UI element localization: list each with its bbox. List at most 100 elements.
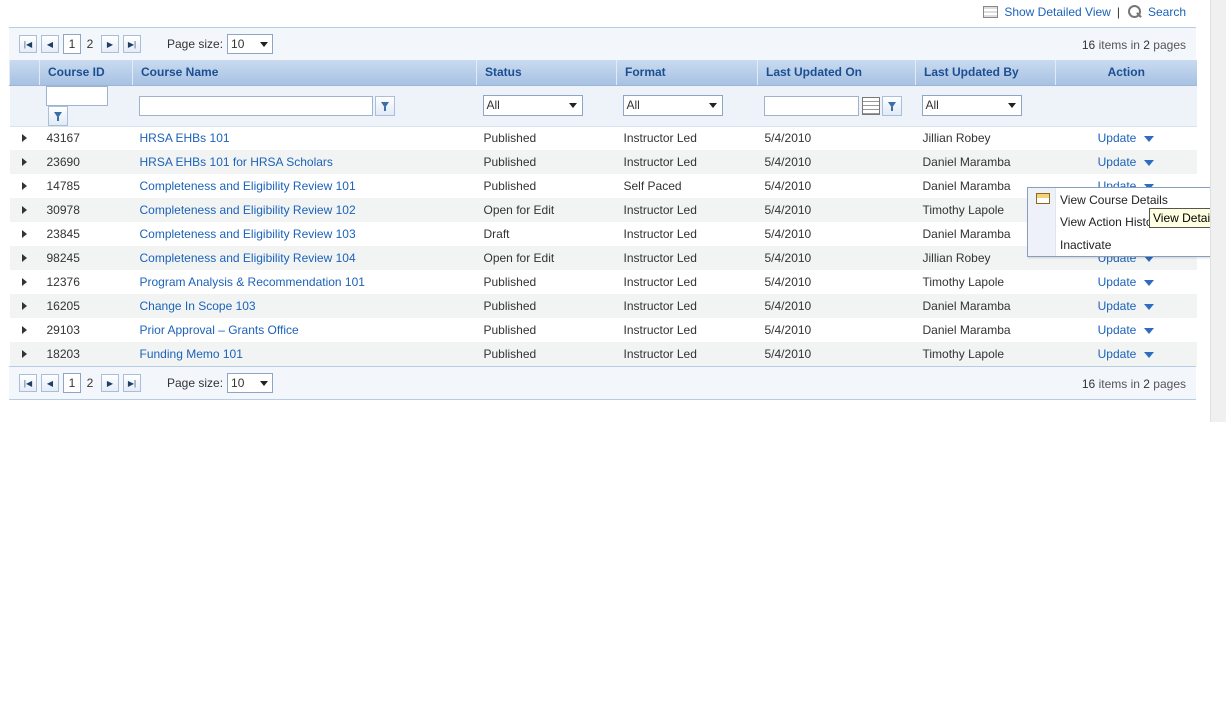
table-row[interactable]: 30978 Completeness and Eligibility Review… xyxy=(9,198,1197,222)
cell-course-name-link[interactable]: HRSA EHBs 101 for HRSA Scholars xyxy=(132,150,477,174)
table-row[interactable]: 29103 Prior Approval – Grants Office Publi… xyxy=(9,318,1197,342)
expand-cell[interactable] xyxy=(9,294,40,318)
table-row[interactable]: 98245 Completeness and Eligibility Review… xyxy=(9,246,1197,270)
dropdown-arrow-icon[interactable] xyxy=(1144,303,1155,310)
table-row[interactable]: 18203 Funding Memo 101 Published Instructor… xyxy=(9,342,1197,366)
cell-course-name-link[interactable]: Program Analysis & Recommendation 101 xyxy=(132,270,477,294)
page-2-button[interactable]: 2 xyxy=(83,376,97,390)
filter-icon[interactable] xyxy=(881,95,902,116)
filter-icon[interactable] xyxy=(47,105,68,126)
update-link[interactable]: Update xyxy=(1098,275,1137,289)
last-page-icon[interactable]: ▶| xyxy=(123,374,141,392)
expand-arrow-icon[interactable] xyxy=(21,326,27,334)
table-row[interactable]: 43167 HRSA EHBs 101 Published Instructor Le… xyxy=(9,126,1197,150)
expand-cell[interactable] xyxy=(9,150,40,174)
cell-course-name-link[interactable]: Completeness and Eligibility Review 101 xyxy=(132,174,477,198)
cell-status: Published xyxy=(476,342,617,366)
cell-status: Published xyxy=(476,294,617,318)
table-row[interactable]: 23690 HRSA EHBs 101 for HRSA Scholars Publ… xyxy=(9,150,1197,174)
expand-arrow-icon[interactable] xyxy=(21,230,27,238)
page-2-button[interactable]: 2 xyxy=(83,37,97,51)
cell-format: Instructor Led xyxy=(616,294,758,318)
update-link[interactable]: Update xyxy=(1098,323,1137,337)
course-id-filter-input[interactable] xyxy=(45,85,108,106)
update-link[interactable]: Update xyxy=(1098,299,1137,313)
page-1-button[interactable]: 1 xyxy=(63,34,81,54)
expand-arrow-icon[interactable] xyxy=(21,278,27,286)
expand-arrow-icon[interactable] xyxy=(21,254,27,262)
col-last-updated-by[interactable]: Last Updated By xyxy=(915,60,1056,86)
cell-course-name-link[interactable]: Funding Memo 101 xyxy=(132,342,477,366)
expand-cell[interactable] xyxy=(9,342,40,366)
first-page-icon[interactable]: |◀ xyxy=(19,35,37,53)
expand-arrow-icon[interactable] xyxy=(21,182,27,190)
first-page-icon[interactable]: |◀ xyxy=(19,374,37,392)
status-filter-select[interactable]: All xyxy=(482,95,583,116)
expand-cell[interactable] xyxy=(9,246,40,270)
prev-page-icon[interactable]: ◀ xyxy=(41,374,59,392)
expand-cell[interactable] xyxy=(9,174,40,198)
table-view-icon[interactable] xyxy=(983,6,999,18)
cell-course-name-link[interactable]: Completeness and Eligibility Review 103 xyxy=(132,222,477,246)
cell-action: Update xyxy=(1055,126,1197,150)
expand-arrow-icon[interactable] xyxy=(21,302,27,310)
menu-item-inactivate[interactable]: Inactivate xyxy=(1060,235,1111,255)
format-filter-select[interactable]: All xyxy=(622,95,723,116)
table-row[interactable]: 23845 Completeness and Eligibility Review… xyxy=(9,222,1197,246)
dropdown-arrow-icon[interactable] xyxy=(1144,327,1155,334)
expand-arrow-icon[interactable] xyxy=(21,350,27,358)
next-page-icon[interactable]: ▶ xyxy=(101,35,119,53)
col-format[interactable]: Format xyxy=(616,60,758,86)
col-last-updated-on[interactable]: Last Updated On xyxy=(757,60,916,86)
cell-course-name-link[interactable]: Change In Scope 103 xyxy=(132,294,477,318)
update-link[interactable]: Update xyxy=(1098,131,1137,145)
vertical-scrollbar[interactable] xyxy=(1210,0,1226,422)
prev-page-icon[interactable]: ◀ xyxy=(41,35,59,53)
date-filter-input[interactable] xyxy=(763,95,859,116)
dropdown-arrow-icon[interactable] xyxy=(1144,279,1155,286)
next-page-icon[interactable]: ▶ xyxy=(101,374,119,392)
page-size-value: 10 xyxy=(231,37,245,51)
expand-arrow-icon[interactable] xyxy=(21,158,27,166)
expand-cell[interactable] xyxy=(9,222,40,246)
cell-course-name-link[interactable]: Prior Approval – Grants Office xyxy=(132,318,477,342)
table-row[interactable]: 12376 Program Analysis & Recommendation 1… xyxy=(9,270,1197,294)
search-link[interactable]: Search xyxy=(1148,5,1186,19)
page-size-select[interactable]: 10 xyxy=(227,373,274,393)
show-detailed-view-link[interactable]: Show Detailed View xyxy=(1004,5,1111,19)
cell-course-id: 30978 xyxy=(39,198,133,222)
table-row[interactable]: 14785 Completeness and Eligibility Review… xyxy=(9,174,1197,198)
filter-icon[interactable] xyxy=(374,95,395,116)
expand-cell[interactable] xyxy=(9,270,40,294)
expand-cell[interactable] xyxy=(9,198,40,222)
col-status[interactable]: Status xyxy=(476,60,617,86)
expand-arrow-icon[interactable] xyxy=(21,134,27,143)
expand-cell[interactable] xyxy=(9,318,40,342)
updated-by-filter-select[interactable]: All xyxy=(921,95,1022,116)
page-1-button[interactable]: 1 xyxy=(63,373,81,393)
menu-item-view-course-details[interactable]: View Course Details xyxy=(1060,190,1168,210)
cell-course-id: 43167 xyxy=(39,126,133,150)
pager-bottom: |◀ ◀ 1 2 ▶ ▶| Page size: 10 16 items in … xyxy=(9,366,1196,400)
cell-course-name-link[interactable]: Completeness and Eligibility Review 102 xyxy=(132,198,477,222)
page-size-select[interactable]: 10 xyxy=(227,34,274,54)
dropdown-arrow-icon[interactable] xyxy=(1144,136,1155,143)
search-icon[interactable] xyxy=(1126,4,1142,20)
last-page-icon[interactable]: ▶| xyxy=(123,35,141,53)
update-link[interactable]: Update xyxy=(1098,155,1137,169)
cell-status: Published xyxy=(476,270,617,294)
cell-course-name-link[interactable]: Completeness and Eligibility Review 104 xyxy=(132,246,477,270)
update-link[interactable]: Update xyxy=(1098,347,1137,361)
menu-item-view-action-history[interactable]: View Action Histo xyxy=(1060,212,1153,232)
expand-arrow-icon[interactable] xyxy=(21,206,27,214)
course-name-filter-input[interactable] xyxy=(138,95,373,116)
dropdown-arrow-icon[interactable] xyxy=(1144,159,1155,166)
cell-course-name-link[interactable]: HRSA EHBs 101 xyxy=(132,126,477,150)
table-row[interactable]: 16205 Change In Scope 103 Published Instruc… xyxy=(9,294,1197,318)
col-course-id[interactable]: Course ID xyxy=(39,60,133,86)
expand-cell[interactable] xyxy=(9,126,40,150)
col-course-name[interactable]: Course Name xyxy=(132,60,477,86)
cell-last-updated-on: 5/4/2010 xyxy=(757,318,916,342)
calendar-icon[interactable] xyxy=(861,96,880,115)
dropdown-arrow-icon[interactable] xyxy=(1144,351,1155,358)
